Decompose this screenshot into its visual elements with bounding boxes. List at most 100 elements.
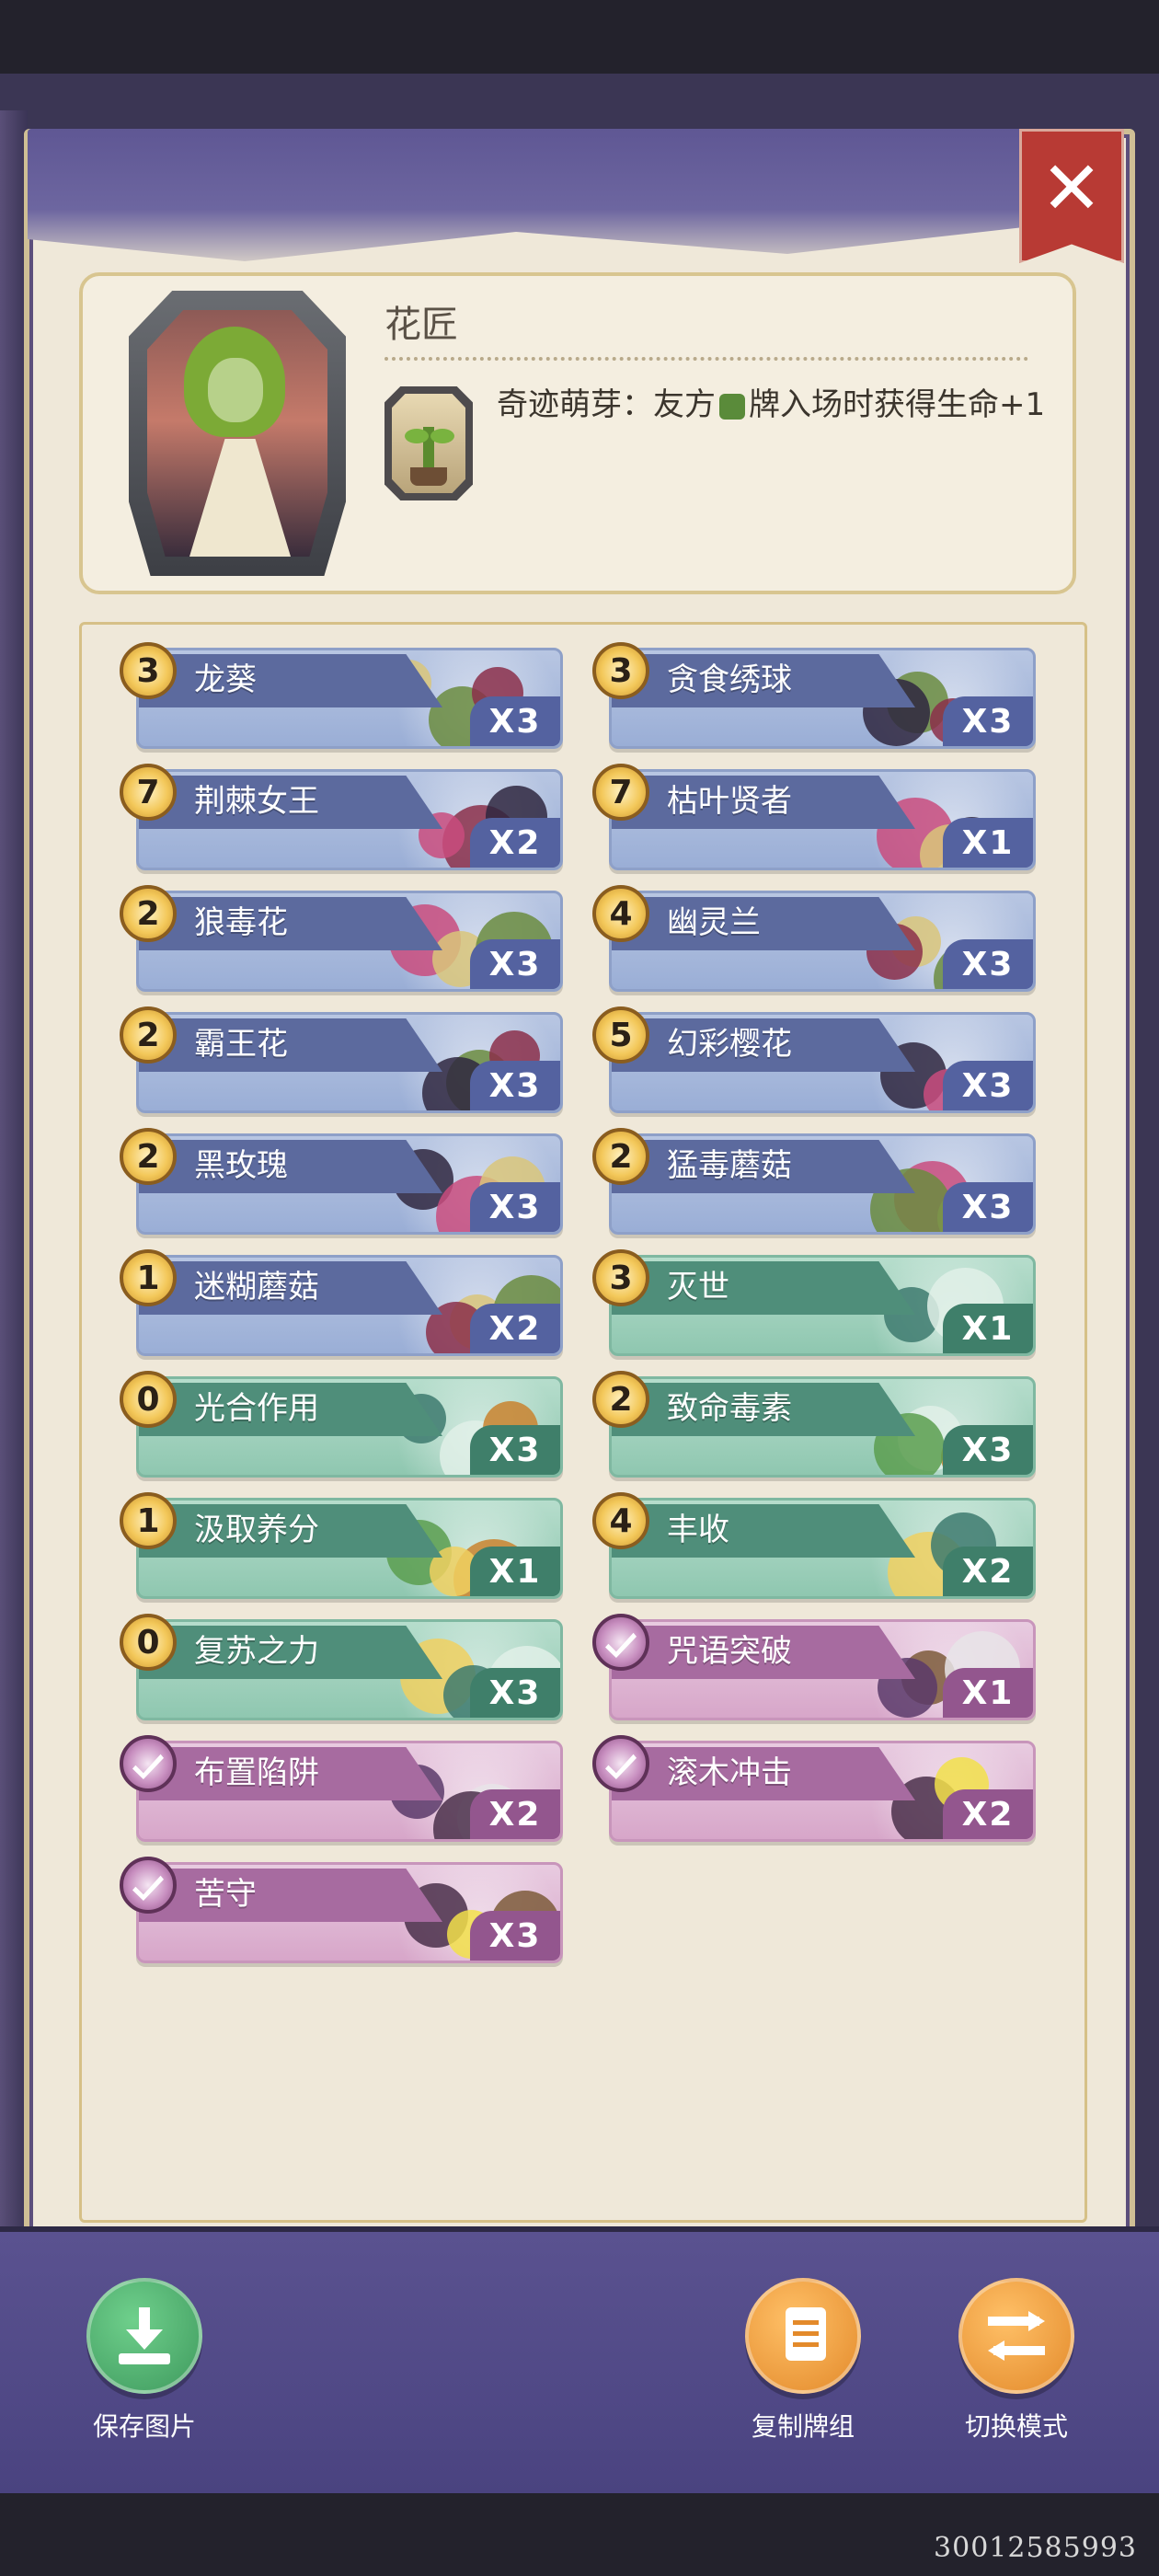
mana-cost-badge: 2 [592, 1128, 649, 1185]
card-body[interactable]: 狼毒花 X3 [136, 891, 563, 992]
copy-document-icon [780, 2307, 826, 2364]
card-count-badge: X3 [470, 939, 560, 989]
card-name: 灭世 [667, 1269, 729, 1305]
card-body[interactable]: 丰收 X2 [609, 1498, 1036, 1599]
card-body[interactable]: 霸王花 X3 [136, 1012, 563, 1113]
card-body[interactable]: 苦守 X3 [136, 1862, 563, 1963]
copy-deck-label: 复制牌组 [751, 2411, 855, 2442]
card-body[interactable]: 咒语突破 X1 [609, 1619, 1036, 1720]
card-count-badge: X3 [943, 1061, 1033, 1110]
checkmark-icon [132, 1875, 164, 1901]
card-count-badge: X3 [943, 1182, 1033, 1232]
card-count-badge: X3 [470, 1425, 560, 1475]
divider [384, 357, 1028, 361]
card-count-badge: X2 [943, 1789, 1033, 1839]
deck-card[interactable]: 迷糊蘑菇 X2 1 [116, 1249, 563, 1356]
close-button[interactable]: ✕ [1019, 129, 1124, 263]
card-body[interactable]: 贪食绣球 X3 [609, 648, 1036, 749]
card-name: 光合作用 [194, 1390, 319, 1427]
hero-skill-description: 奇迹萌芽：友方 牌入场时获得生命+1 [497, 383, 1049, 427]
card-name-bar [612, 1504, 915, 1558]
card-body[interactable]: 龙葵 X3 [136, 648, 563, 749]
card-count-badge: X3 [470, 1911, 560, 1961]
close-icon: ✕ [1040, 145, 1103, 231]
card-name-bar [139, 1869, 442, 1922]
card-name: 复苏之力 [194, 1633, 319, 1670]
card-body[interactable]: 枯叶贤者 X1 [609, 769, 1036, 870]
save-circle[interactable] [86, 2278, 202, 2394]
card-body[interactable]: 黑玫瑰 X3 [136, 1133, 563, 1235]
card-name: 龙葵 [194, 661, 257, 698]
deck-card[interactable]: 丰收 X2 4 [589, 1492, 1036, 1599]
switch-mode-label: 切换模式 [964, 2411, 1068, 2442]
card-count-badge: X3 [943, 1425, 1033, 1475]
card-name: 滚木冲击 [667, 1754, 792, 1791]
skill-text-part: 奇迹萌芽：友方 [497, 386, 716, 423]
card-count-badge: X1 [943, 1304, 1033, 1353]
card-body[interactable]: 光合作用 X3 [136, 1376, 563, 1478]
deck-card[interactable]: 光合作用 X3 0 [116, 1371, 563, 1478]
deck-card[interactable]: 枯叶贤者 X1 7 [589, 764, 1036, 870]
mana-cost-badge: 2 [592, 1371, 649, 1428]
deck-card[interactable]: 贪食绣球 X3 3 [589, 642, 1036, 749]
card-count-badge: X3 [943, 696, 1033, 746]
switch-mode-button[interactable]: 切换模式 [958, 2278, 1074, 2444]
deck-card[interactable]: 致命毒素 X3 2 [589, 1371, 1036, 1478]
card-name: 狼毒花 [194, 904, 288, 941]
deck-card[interactable]: 布置陷阱 X2 [116, 1735, 563, 1842]
card-name-bar [139, 1140, 442, 1193]
deck-card[interactable]: 龙葵 X3 3 [116, 642, 563, 749]
card-count-badge: X1 [470, 1547, 560, 1596]
deck-card[interactable]: 幽灵兰 X3 4 [589, 885, 1036, 992]
card-body[interactable]: 汲取养分 X1 [136, 1498, 563, 1599]
switch-circle[interactable] [958, 2278, 1074, 2394]
card-body[interactable]: 荆棘女王 X2 [136, 769, 563, 870]
deck-card[interactable]: 滚木冲击 X2 [589, 1735, 1036, 1842]
card-body[interactable]: 布置陷阱 X2 [136, 1741, 563, 1842]
deck-card[interactable]: 黑玫瑰 X3 2 [116, 1128, 563, 1235]
card-body[interactable]: 迷糊蘑菇 X2 [136, 1255, 563, 1356]
card-body[interactable]: 幽灵兰 X3 [609, 891, 1036, 992]
card-body[interactable]: 复苏之力 X3 [136, 1619, 563, 1720]
mana-cost-badge: 3 [592, 642, 649, 699]
deck-card[interactable]: 灭世 X1 3 [589, 1249, 1036, 1356]
swap-arrows-icon [988, 2311, 1045, 2361]
mana-cost-badge: 0 [120, 1371, 177, 1428]
deck-card[interactable]: 荆棘女王 X2 7 [116, 764, 563, 870]
card-body[interactable]: 幻彩樱花 X3 [609, 1012, 1036, 1113]
card-name: 荆棘女王 [194, 783, 319, 820]
deck-card[interactable]: 苦守 X3 [116, 1857, 563, 1963]
deck-card[interactable]: 咒语突破 X1 [589, 1614, 1036, 1720]
mana-cost-badge: 2 [120, 1128, 177, 1185]
deck-card[interactable]: 霸王花 X3 2 [116, 1006, 563, 1113]
copy-circle[interactable] [745, 2278, 861, 2394]
deck-card[interactable]: 汲取养分 X1 1 [116, 1492, 563, 1599]
deck-card[interactable]: 狼毒花 X3 2 [116, 885, 563, 992]
card-count-badge: X2 [470, 1789, 560, 1839]
deck-card[interactable]: 猛毒蘑菇 X3 2 [589, 1128, 1036, 1235]
card-body[interactable]: 致命毒素 X3 [609, 1376, 1036, 1478]
mana-cost-badge: 5 [592, 1006, 649, 1064]
card-body[interactable]: 灭世 X1 [609, 1255, 1036, 1356]
skill-check-icon [120, 1857, 177, 1914]
copy-deck-button[interactable]: 复制牌组 [745, 2278, 861, 2444]
save-image-button[interactable]: 保存图片 [86, 2278, 202, 2444]
deck-list: 龙葵 X3 3 贪食绣球 X3 3 荆棘女王 X2 7 枯叶贤者 X1 7 狼毒花 X3 2 幽灵兰 X3 4 霸王… [116, 642, 1036, 1963]
card-name: 苦守 [194, 1876, 257, 1913]
deck-card[interactable]: 幻彩樱花 X3 5 [589, 1006, 1036, 1113]
hero-portrait [129, 291, 346, 576]
card-body[interactable]: 滚木冲击 X2 [609, 1741, 1036, 1842]
hero-name: 花匠 [384, 304, 458, 346]
card-count-badge: X1 [943, 818, 1033, 868]
deck-card[interactable]: 复苏之力 X3 0 [116, 1614, 563, 1720]
card-name: 贪食绣球 [667, 661, 792, 698]
mana-cost-badge: 4 [592, 885, 649, 942]
card-body[interactable]: 猛毒蘑菇 X3 [609, 1133, 1036, 1235]
mana-cost-badge: 2 [120, 885, 177, 942]
card-count-badge: X3 [470, 1668, 560, 1718]
bottom-action-bar: 保存图片 复制牌组 切换模式 [0, 2226, 1159, 2493]
card-name-bar [612, 1261, 915, 1315]
card-name: 汲取养分 [194, 1512, 319, 1548]
card-name-bar [612, 897, 915, 950]
mana-cost-badge: 7 [120, 764, 177, 821]
